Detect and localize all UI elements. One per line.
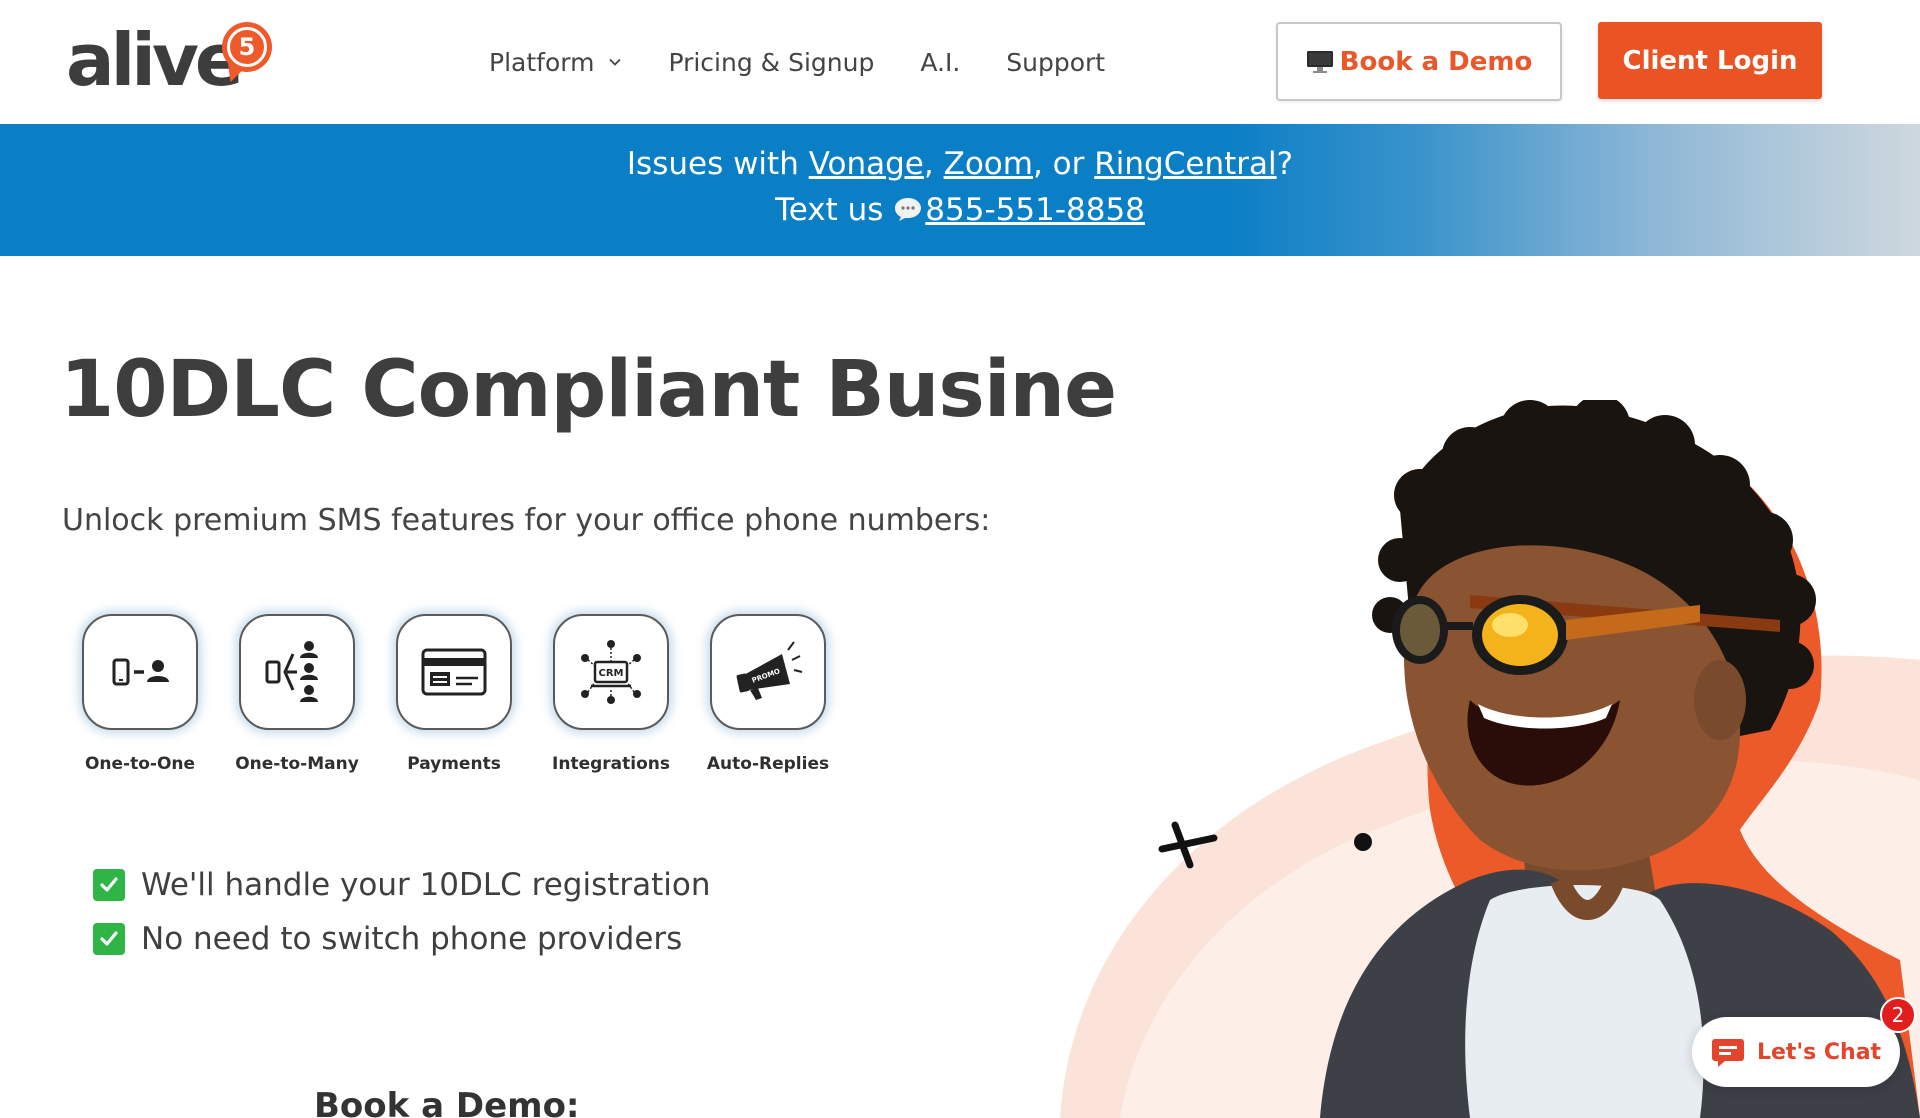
site-header: alive 5 Platform Pricing & Signup A.I. S… [0, 0, 1920, 124]
feature-tile[interactable]: CRM [553, 614, 669, 730]
checklist-text: No need to switch phone providers [141, 921, 683, 957]
banner-line-2: Text us 855-551-8858 [0, 192, 1920, 228]
smiling-man-illustration [1060, 400, 1920, 1118]
banner-text: , [923, 146, 944, 182]
chat-label: Let's Chat [1756, 1039, 1882, 1065]
checklist-text: We'll handle your 10DLC registration [141, 867, 711, 903]
feature-one-to-one[interactable]: One-to-One [70, 610, 210, 774]
feature-integrations[interactable]: CRM Integrations [541, 610, 681, 774]
feature-tile[interactable] [239, 614, 355, 730]
main-nav: Platform Pricing & Signup A.I. Support [489, 44, 1151, 80]
book-demo-label: Book a Demo [1339, 46, 1533, 77]
nav-item-label: Pricing & Signup [668, 47, 875, 77]
nav-item-support[interactable]: Support [1006, 48, 1105, 77]
checklist-item: We'll handle your 10DLC registration [93, 858, 711, 912]
client-login-button[interactable]: Client Login [1598, 22, 1822, 99]
nav-item-label: A.I. [920, 47, 961, 77]
speech-bubble-icon [895, 198, 922, 221]
benefit-checklist: We'll handle your 10DLC registration No … [93, 858, 711, 966]
feature-tile[interactable] [82, 614, 198, 730]
logo-badge: 5 [222, 22, 272, 72]
nav-item-platform[interactable]: Platform [489, 48, 622, 77]
feature-icons: One-to-One One-to-Many Payments CRM Inte… [70, 610, 840, 780]
page-title: 10DLC Compliant Busine [60, 345, 1117, 435]
feature-tile[interactable] [396, 614, 512, 730]
banner-text: Issues with [626, 146, 809, 182]
banner-text: , or [1032, 146, 1095, 182]
feature-auto-replies[interactable]: PROMO Auto-Replies [698, 610, 838, 774]
promo-megaphone-icon: PROMO [736, 641, 803, 700]
monitor-icon [1306, 50, 1333, 73]
ringcentral-link[interactable]: RingCentral [1094, 146, 1276, 182]
phone-link[interactable]: 855-551-8858 [925, 192, 1145, 228]
feature-payments[interactable]: Payments [384, 610, 524, 774]
feature-tile[interactable]: PROMO [710, 614, 826, 730]
checkmark-icon [93, 923, 125, 955]
vonage-link[interactable]: Vonage [809, 146, 924, 182]
feature-label: Auto-Replies [706, 754, 830, 774]
crm-network-icon: CRM [581, 640, 641, 704]
chat-notification-badge: 2 [1880, 997, 1916, 1033]
chat-bubble-icon [1711, 1039, 1744, 1067]
phone-to-group-icon [265, 641, 318, 702]
book-demo-button[interactable]: Book a Demo [1276, 22, 1562, 101]
feature-label: One-to-Many [235, 754, 359, 774]
hero-image [1000, 400, 1920, 1118]
book-demo-heading: Book a Demo: [314, 1086, 580, 1118]
provider-banner: Issues with Vonage, Zoom, or RingCentral… [0, 124, 1920, 256]
checklist-item: No need to switch phone providers [93, 912, 711, 966]
lets-chat-button[interactable]: Let's Chat [1692, 1017, 1900, 1087]
nav-item-ai[interactable]: A.I. [920, 48, 960, 77]
feature-label: Payments [407, 754, 501, 774]
dot-decoration [1354, 833, 1372, 851]
banner-text: ? [1276, 146, 1294, 182]
feature-label: One-to-One [84, 754, 196, 774]
hero-subtitle: Unlock premium SMS features for your off… [62, 503, 991, 538]
banner-text: Text us [775, 192, 894, 228]
feature-one-to-many[interactable]: One-to-Many [227, 610, 367, 774]
logo-badge-number: 5 [227, 27, 267, 67]
feature-label: Integrations [552, 754, 670, 774]
zoom-link[interactable]: Zoom [944, 146, 1033, 182]
checkmark-icon [93, 869, 125, 901]
chevron-down-icon [609, 58, 622, 66]
logo-wordmark: alive [66, 18, 244, 102]
banner-line-1: Issues with Vonage, Zoom, or RingCentral… [0, 146, 1920, 182]
nav-item-pricing[interactable]: Pricing & Signup [668, 48, 874, 77]
credit-card-icon [421, 648, 487, 696]
phone-to-person-icon [112, 658, 169, 686]
nav-item-label: Support [1006, 47, 1106, 77]
alive5-logo[interactable]: alive 5 [66, 18, 276, 104]
crm-icon-text: CRM [599, 668, 624, 679]
nav-item-label: Platform [489, 47, 595, 77]
